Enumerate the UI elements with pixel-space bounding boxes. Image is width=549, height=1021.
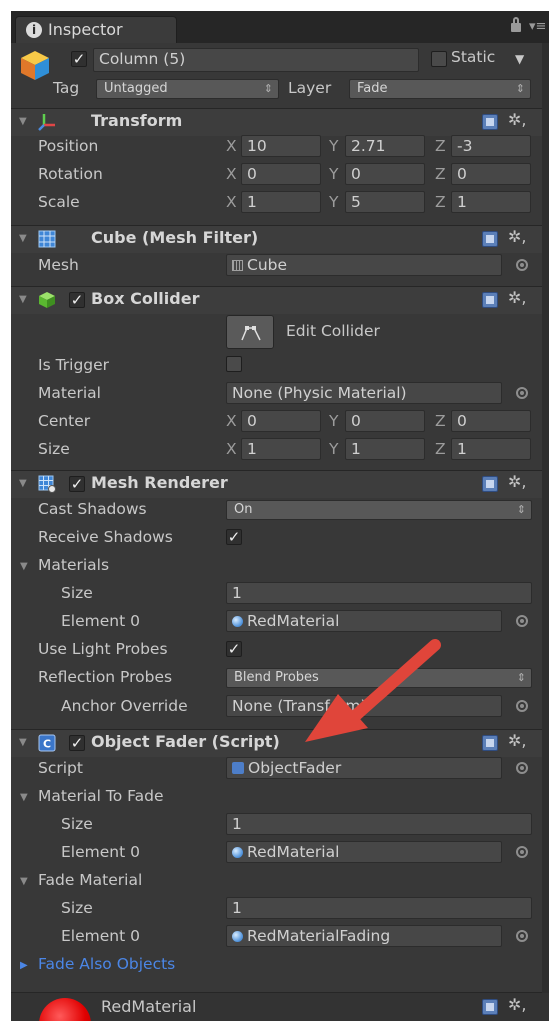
annotation-arrow [305,639,441,742]
